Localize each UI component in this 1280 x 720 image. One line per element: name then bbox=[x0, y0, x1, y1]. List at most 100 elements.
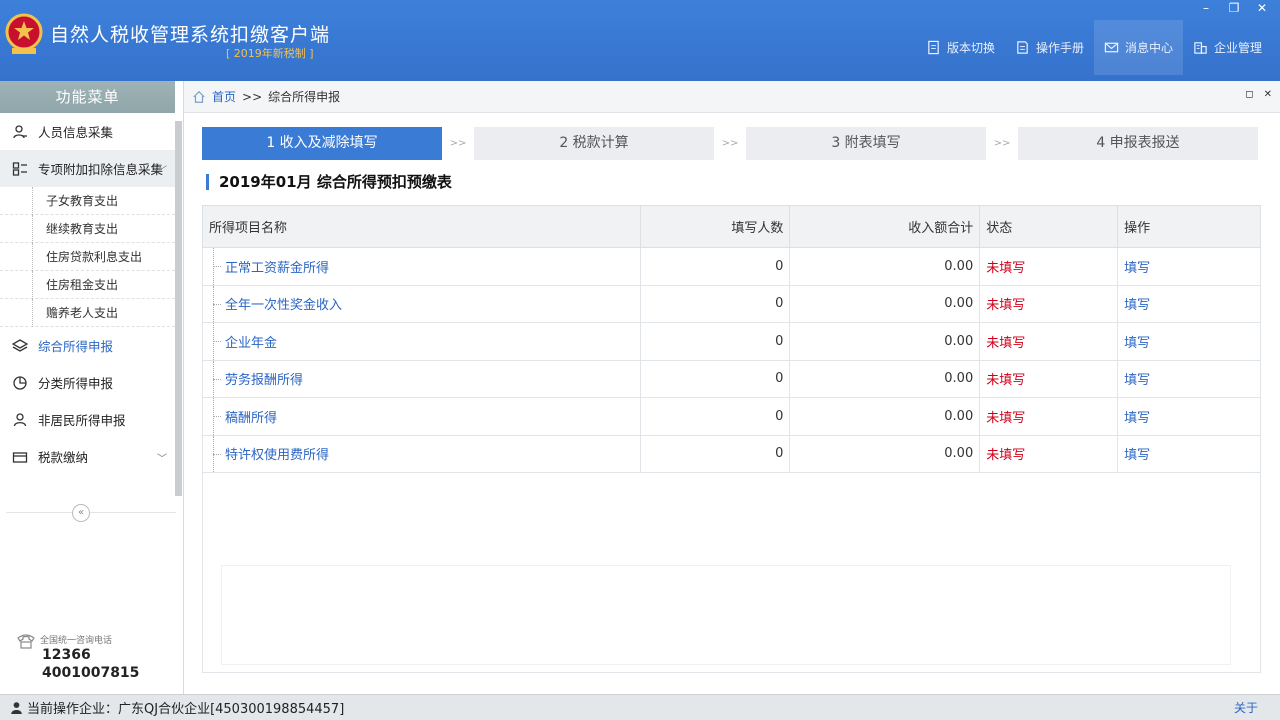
status-text: 未填写 bbox=[979, 284, 1119, 323]
breadcrumb-separator: >> bbox=[242, 89, 263, 104]
status-text: 未填写 bbox=[979, 322, 1119, 361]
column-header: 收入额合计 bbox=[789, 205, 981, 248]
user-icon bbox=[11, 702, 22, 714]
tab-controls: ◻ ✕ bbox=[1245, 89, 1272, 100]
window-controls: – ❐ ✕ bbox=[1194, 0, 1274, 16]
message-center-button[interactable]: 消息中心 bbox=[1093, 20, 1183, 75]
fill-link[interactable]: 填写 bbox=[1117, 434, 1261, 473]
status-text: 未填写 bbox=[979, 359, 1119, 398]
income-item-link[interactable]: 稿酬所得 bbox=[202, 397, 641, 436]
chevron-down-icon: ﹀ bbox=[157, 166, 167, 177]
filled-count: 0 bbox=[639, 434, 791, 473]
sidebar-item-tax-payment[interactable]: 税款缴纳 ﹀ bbox=[0, 438, 175, 475]
table-header-row: 所得项目名称 填写人数 收入额合计 状态 操作 bbox=[202, 205, 1261, 248]
status-bar: 当前操作企业：广东QJ合伙企业[450300198854457] 关于 bbox=[0, 694, 1280, 720]
status-text: 未填写 bbox=[979, 434, 1119, 473]
divider bbox=[6, 512, 176, 513]
person-icon bbox=[13, 124, 27, 138]
income-item-link[interactable]: 正常工资薪金所得 bbox=[202, 247, 641, 286]
maximize-tab-icon[interactable]: ◻ bbox=[1245, 89, 1253, 100]
table-row: 正常工资薪金所得 0 0.00 未填写 填写 bbox=[202, 247, 1261, 286]
sidebar-subitem-mortgage-interest[interactable]: 住房贷款利息支出 bbox=[0, 243, 175, 271]
filled-count: 0 bbox=[639, 397, 791, 436]
sidebar-item-nonresident-income[interactable]: 非居民所得申报 bbox=[0, 401, 175, 438]
sidebar: 功能菜单 人员信息采集 专项附加扣除信息采集 ﹀ 子女教育支出 继续教育支出 住… bbox=[0, 81, 184, 694]
income-total: 0.00 bbox=[789, 359, 981, 398]
horizontal-scroll-area bbox=[221, 565, 1231, 665]
income-item-link[interactable]: 企业年金 bbox=[202, 322, 641, 361]
building-icon bbox=[1194, 42, 1207, 54]
filled-count: 0 bbox=[639, 322, 791, 361]
filled-count: 0 bbox=[639, 284, 791, 323]
sidebar-item-special-deduction[interactable]: 专项附加扣除信息采集 ﹀ bbox=[0, 150, 175, 187]
hotline: 全国统一咨询电话 12366 4001007815 bbox=[16, 633, 139, 682]
minimize-button[interactable]: – bbox=[1194, 0, 1218, 16]
breadcrumb-home-link[interactable]: 首页 bbox=[212, 88, 236, 105]
document-icon bbox=[928, 40, 939, 55]
fill-link[interactable]: 填写 bbox=[1117, 322, 1261, 361]
step-separator: >> bbox=[993, 138, 1011, 149]
about-link[interactable]: 关于 bbox=[1234, 699, 1258, 716]
sidebar-subitem-children-education[interactable]: 子女教育支出 bbox=[0, 187, 175, 215]
breadcrumb-current: 综合所得申报 bbox=[268, 90, 341, 104]
app-title: 自然人税收管理系统扣缴客户端 bbox=[50, 24, 331, 46]
sidebar-header: 功能菜单 bbox=[0, 81, 175, 113]
fill-link[interactable]: 填写 bbox=[1117, 284, 1261, 323]
column-header: 操作 bbox=[1117, 205, 1261, 248]
table-row: 企业年金 0 0.00 未填写 填写 bbox=[202, 322, 1261, 361]
current-company-text: 当前操作企业：广东QJ合伙企业[450300198854457] bbox=[27, 702, 345, 717]
income-item-link[interactable]: 劳务报酬所得 bbox=[202, 359, 641, 398]
chevron-down-icon: ﹀ bbox=[157, 454, 167, 465]
sidebar-item-label: 税款缴纳 bbox=[38, 450, 89, 465]
sidebar-item-comprehensive-income[interactable]: 综合所得申报 bbox=[0, 327, 175, 364]
income-total: 0.00 bbox=[789, 284, 981, 323]
restore-button[interactable]: ❐ bbox=[1222, 0, 1246, 16]
home-icon bbox=[193, 90, 205, 103]
company-management-label: 企业管理 bbox=[1213, 41, 1262, 55]
sidebar-subitem-continuing-education[interactable]: 继续教育支出 bbox=[0, 215, 175, 243]
breadcrumb: 首页 >> 综合所得申报 ◻ ✕ bbox=[184, 81, 1280, 113]
income-total: 0.00 bbox=[789, 247, 981, 286]
fill-link[interactable]: 填写 bbox=[1117, 359, 1261, 398]
step-submit[interactable]: 4 申报表报送 bbox=[1018, 127, 1258, 160]
table-row: 特许权使用费所得 0 0.00 未填写 填写 bbox=[202, 434, 1261, 473]
manual-label: 操作手册 bbox=[1035, 41, 1084, 55]
company-management-button[interactable]: 企业管理 bbox=[1183, 20, 1272, 75]
sidebar-subitem-elderly-support[interactable]: 赡养老人支出 bbox=[0, 299, 175, 327]
column-header: 填写人数 bbox=[639, 205, 791, 248]
sidebar-item-classified-income[interactable]: 分类所得申报 bbox=[0, 364, 175, 401]
collapse-sidebar-button[interactable]: « bbox=[72, 504, 90, 522]
sidebar-item-label: 专项附加扣除信息采集 bbox=[38, 162, 164, 177]
fill-link[interactable]: 填写 bbox=[1117, 247, 1261, 286]
income-item-link[interactable]: 特许权使用费所得 bbox=[202, 434, 641, 473]
sidebar-item-label: 人员信息采集 bbox=[38, 125, 114, 140]
step-attachment[interactable]: 3 附表填写 bbox=[746, 127, 986, 160]
phone-icon bbox=[17, 634, 35, 649]
table-empty-area bbox=[202, 473, 1261, 673]
step-income-deduction[interactable]: 1 收入及减除填写 bbox=[202, 127, 442, 160]
main-panel: 1 收入及减除填写 >> 2 税款计算 >> 3 附表填写 >> 4 申报表报送… bbox=[184, 113, 1280, 694]
step-tax-calculation[interactable]: 2 税款计算 bbox=[474, 127, 714, 160]
column-header: 状态 bbox=[979, 205, 1119, 248]
close-tab-icon[interactable]: ✕ bbox=[1264, 89, 1272, 100]
manual-button[interactable]: 操作手册 bbox=[1005, 20, 1094, 75]
sidebar-item-label: 综合所得申报 bbox=[38, 339, 114, 354]
version-switch-button[interactable]: 版本切换 bbox=[916, 20, 1005, 75]
income-total: 0.00 bbox=[789, 322, 981, 361]
top-nav: 版本切换 操作手册 消息中心 企业管理 bbox=[916, 20, 1272, 75]
fill-link[interactable]: 填写 bbox=[1117, 397, 1261, 436]
sidebar-scrollbar[interactable] bbox=[175, 121, 182, 496]
sidebar-subitem-housing-rent[interactable]: 住房租金支出 bbox=[0, 271, 175, 299]
sidebar-item-label: 非居民所得申报 bbox=[38, 413, 126, 428]
sidebar-item-label: 分类所得申报 bbox=[38, 376, 114, 391]
status-text: 未填写 bbox=[979, 247, 1119, 286]
step-separator: >> bbox=[721, 138, 739, 149]
message-center-label: 消息中心 bbox=[1124, 41, 1173, 55]
layers-icon bbox=[12, 338, 28, 352]
close-button[interactable]: ✕ bbox=[1250, 0, 1274, 16]
sidebar-item-person-info[interactable]: 人员信息采集 bbox=[0, 113, 175, 150]
income-item-link[interactable]: 全年一次性奖金收入 bbox=[202, 284, 641, 323]
column-header: 所得项目名称 bbox=[202, 205, 641, 248]
filled-count: 0 bbox=[639, 247, 791, 286]
tax-emblem-icon bbox=[5, 13, 43, 54]
